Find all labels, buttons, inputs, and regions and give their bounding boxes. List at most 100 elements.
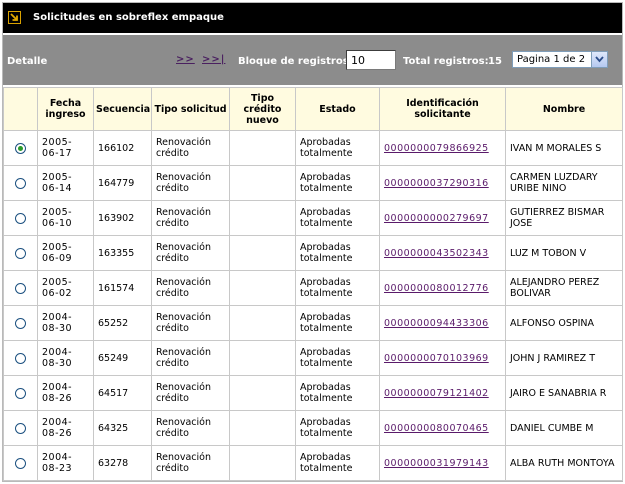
cell-secuencia: 64325: [93, 410, 152, 446]
cell-fecha: 2005-06-14: [37, 165, 94, 201]
table-row[interactable]: 2004-08-23 63278 Renovación crédito Aprobad…: [3, 445, 623, 481]
cell-identificacion: 0000000070103969: [379, 340, 506, 376]
block-size-input[interactable]: [346, 50, 396, 70]
block-size-label: Bloque de registros:: [238, 56, 353, 67]
identificacion-link[interactable]: 0000000031979143: [384, 458, 489, 469]
cell-identificacion: 0000000000279697: [379, 200, 506, 236]
cell-fecha: 2005-06-09: [37, 235, 94, 271]
identificacion-link[interactable]: 0000000080070465: [384, 423, 489, 434]
identificacion-link[interactable]: 0000000037290316: [384, 178, 489, 189]
row-select-cell: [3, 410, 38, 446]
row-select-radio[interactable]: [15, 142, 26, 154]
row-select-radio[interactable]: [15, 212, 26, 224]
cell-estado: Aprobadas totalmente: [295, 340, 380, 376]
cell-tipo-credito: [229, 130, 296, 166]
cell-secuencia: 166102: [93, 130, 152, 166]
cell-tipo-credito: [229, 445, 296, 481]
row-select-radio[interactable]: [15, 352, 26, 364]
table-row[interactable]: 2004-08-30 65252 Renovación crédito Aprobad…: [3, 305, 623, 341]
cell-nombre: DANIEL CUMBE M: [505, 410, 623, 446]
chevron-down-icon[interactable]: [591, 52, 607, 67]
cell-identificacion: 0000000031979143: [379, 445, 506, 481]
cell-secuencia: 63278: [93, 445, 152, 481]
col-tipo-solicitud-header: Tipo solicitud: [151, 87, 230, 131]
cell-tipo-solicitud: Renovación crédito: [151, 235, 230, 271]
cell-estado: Aprobadas totalmente: [295, 165, 380, 201]
cell-nombre: LUZ M TOBON V: [505, 235, 623, 271]
cell-fecha: 2005-06-02: [37, 270, 94, 306]
col-tipo-credito-header: Tipo crédito nuevo: [229, 87, 296, 131]
identificacion-link[interactable]: 0000000043502343: [384, 248, 489, 259]
cell-tipo-credito: [229, 375, 296, 411]
cell-tipo-credito: [229, 410, 296, 446]
table-row[interactable]: 2005-06-14 164779 Renovación crédito Aproba…: [3, 165, 623, 201]
cell-tipo-credito: [229, 270, 296, 306]
table-row[interactable]: 2005-06-10 163902 Renovación crédito Aproba…: [3, 200, 623, 236]
row-select-radio[interactable]: [15, 387, 26, 399]
cell-secuencia: 163902: [93, 200, 152, 236]
cell-secuencia: 65249: [93, 340, 152, 376]
table-row[interactable]: 2005-06-09 163355 Renovación crédito Aproba…: [3, 235, 623, 271]
cell-fecha: 2004-08-30: [37, 340, 94, 376]
cell-tipo-solicitud: Renovación crédito: [151, 375, 230, 411]
results-panel: Solicitudes en sobreflex empaque Detalle…: [2, 2, 623, 482]
cell-tipo-credito: [229, 235, 296, 271]
cell-identificacion: 0000000079866925: [379, 130, 506, 166]
page-title: Solicitudes en sobreflex empaque: [33, 12, 224, 23]
cell-fecha: 2004-08-26: [37, 410, 94, 446]
cell-tipo-credito: [229, 305, 296, 341]
table-header-row: Fecha ingreso Secuencia Tipo solicitud T…: [3, 87, 623, 131]
corner-arrow-icon[interactable]: [8, 11, 21, 24]
row-select-radio[interactable]: [15, 457, 26, 469]
row-select-radio[interactable]: [15, 422, 26, 434]
row-select-radio[interactable]: [15, 247, 26, 259]
title-bar: Solicitudes en sobreflex empaque: [3, 3, 622, 33]
cell-identificacion: 0000000080012776: [379, 270, 506, 306]
page-select-value: Pagina 1 de 2: [517, 54, 586, 65]
total-records-value: 15: [488, 56, 502, 67]
row-select-radio[interactable]: [15, 282, 26, 294]
cell-nombre: GUTIERREZ BISMAR JOSE: [505, 200, 623, 236]
page-select[interactable]: Pagina 1 de 2: [512, 51, 608, 68]
identificacion-link[interactable]: 0000000079121402: [384, 388, 489, 399]
identificacion-link[interactable]: 0000000094433306: [384, 318, 489, 329]
row-select-cell: [3, 270, 38, 306]
last-page-link[interactable]: >>|: [202, 54, 225, 65]
table-row[interactable]: 2004-08-26 64325 Renovación crédito Aprobad…: [3, 410, 623, 446]
cell-nombre: ALBA RUTH MONTOYA: [505, 445, 623, 481]
cell-tipo-solicitud: Renovación crédito: [151, 340, 230, 376]
cell-nombre: IVAN M MORALES S: [505, 130, 623, 166]
identificacion-link[interactable]: 0000000000279697: [384, 213, 489, 224]
cell-tipo-solicitud: Renovación crédito: [151, 270, 230, 306]
next-page-link[interactable]: >>: [176, 54, 195, 65]
table-row[interactable]: 2005-06-17 166102 Renovación crédito Aproba…: [3, 130, 623, 166]
detalle-label: Detalle: [7, 56, 48, 67]
identificacion-link[interactable]: 0000000080012776: [384, 283, 489, 294]
cell-identificacion: 0000000037290316: [379, 165, 506, 201]
table-row[interactable]: 2004-08-30 65249 Renovación crédito Aprobad…: [3, 340, 623, 376]
row-select-radio[interactable]: [15, 317, 26, 329]
cell-estado: Aprobadas totalmente: [295, 200, 380, 236]
row-select-cell: [3, 235, 38, 271]
table-row[interactable]: 2004-08-26 64517 Renovación crédito Aprobad…: [3, 375, 623, 411]
cell-secuencia: 64517: [93, 375, 152, 411]
total-records-label: Total registros:: [403, 56, 489, 67]
cell-estado: Aprobadas totalmente: [295, 375, 380, 411]
identificacion-link[interactable]: 0000000079866925: [384, 143, 489, 154]
cell-secuencia: 164779: [93, 165, 152, 201]
col-estado-header: Estado: [295, 87, 380, 131]
cell-estado: Aprobadas totalmente: [295, 445, 380, 481]
cell-tipo-solicitud: Renovación crédito: [151, 165, 230, 201]
cell-identificacion: 0000000079121402: [379, 375, 506, 411]
cell-estado: Aprobadas totalmente: [295, 305, 380, 341]
pagination-toolbar: Detalle >> >>| Bloque de registros: Tota…: [3, 35, 622, 85]
cell-identificacion: 0000000043502343: [379, 235, 506, 271]
cell-tipo-solicitud: Renovación crédito: [151, 305, 230, 341]
col-nombre-header: Nombre: [505, 87, 623, 131]
row-select-radio[interactable]: [15, 177, 26, 189]
cell-secuencia: 65252: [93, 305, 152, 341]
cell-nombre: ALFONSO OSPINA: [505, 305, 623, 341]
identificacion-link[interactable]: 0000000070103969: [384, 353, 489, 364]
select-column-header: [3, 87, 38, 131]
table-row[interactable]: 2005-06-02 161574 Renovación crédito Aproba…: [3, 270, 623, 306]
